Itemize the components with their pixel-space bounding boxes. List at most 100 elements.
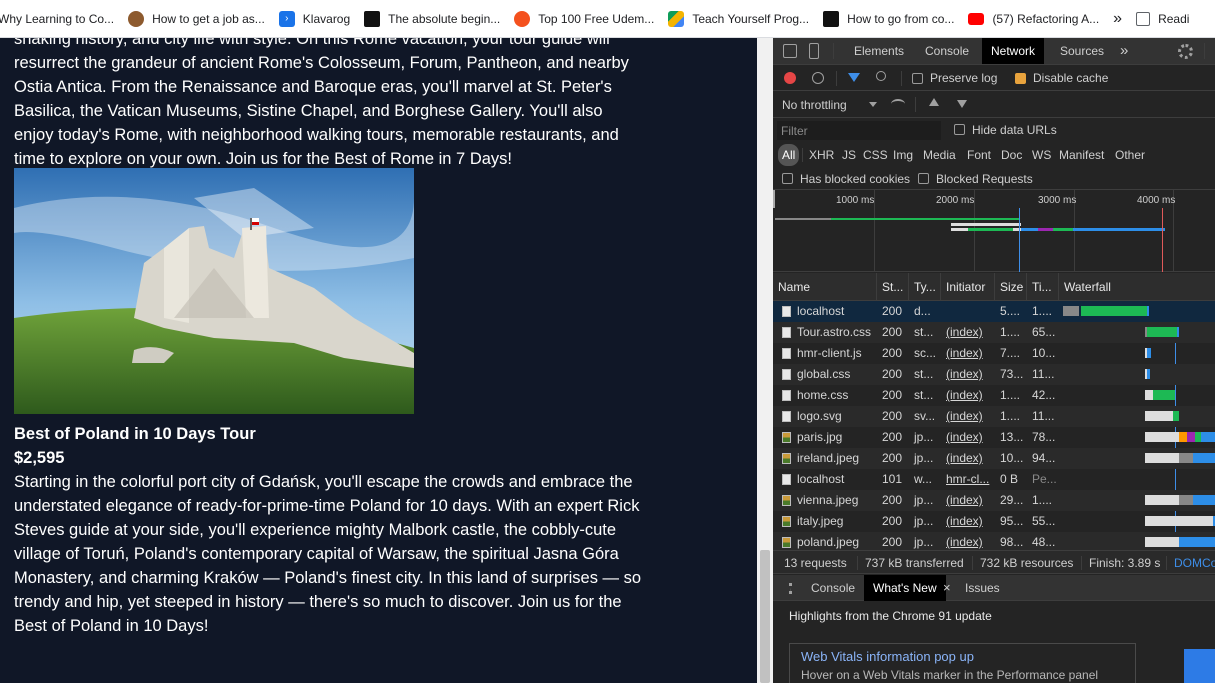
settings-gear-icon[interactable] [1178,44,1193,59]
throttling-select[interactable]: No throttling [782,98,847,112]
column-size[interactable]: Size [995,273,1027,301]
column-initiator[interactable]: Initiator [941,273,995,301]
request-name: global.css [797,367,851,381]
close-icon[interactable]: × [943,580,951,595]
request-initiator[interactable]: (index) [942,490,995,511]
timeline-tick: 1000 ms [836,195,875,206]
export-har-icon[interactable] [957,100,967,108]
blocked-requests-checkbox[interactable] [918,173,929,184]
type-filter-doc[interactable]: Doc [1001,144,1022,166]
whats-new-card[interactable]: Web Vitals information pop up Hover on a… [789,643,1136,683]
waterfall-bar [1145,516,1213,526]
has-blocked-cookies-checkbox[interactable] [782,173,793,184]
record-icon[interactable] [784,72,796,84]
tab-network[interactable]: Network [982,38,1045,64]
waterfall-bar [1147,327,1177,337]
whats-new-card-title[interactable]: Web Vitals information pop up [801,649,974,664]
type-filter-css[interactable]: CSS [863,144,888,166]
reading-list-button[interactable]: Readi [1136,11,1189,26]
request-initiator[interactable]: (index) [942,427,995,448]
tour-description: shaking history, and city life with styl… [14,38,629,168]
network-request-row[interactable]: logo.svg 200 sv... (index) 1.... 11... [773,406,1215,427]
castle-image [14,168,414,414]
disable-cache-checkbox[interactable] [1015,73,1026,84]
type-filter-img[interactable]: Img [893,144,913,166]
dev-icon [364,10,381,27]
request-initiator[interactable]: (index) [942,322,995,343]
timeline-overview[interactable]: 1000 ms 2000 ms 3000 ms 4000 ms [773,190,1215,272]
hide-data-urls-checkbox[interactable] [954,124,965,135]
type-filter-all[interactable]: All [778,144,800,166]
image-file-icon [782,516,791,527]
type-filter-js[interactable]: JS [842,144,856,166]
bookmark-item[interactable]: Teach Yourself Prog... [668,10,809,27]
network-request-row[interactable]: hmr-client.js 200 sc... (index) 7.... 10... [773,343,1215,364]
device-toolbar-icon[interactable] [809,43,819,59]
request-initiator[interactable]: hmr-cl... [942,469,995,490]
type-filter-xhr[interactable]: XHR [809,144,834,166]
bookmark-item[interactable]: How to go from co... [823,10,954,27]
waterfall-bar [1147,306,1149,316]
type-filter-manifest[interactable]: Manifest [1059,144,1104,166]
network-request-row[interactable]: Tour.astro.css 200 st... (index) 1.... 65... [773,322,1215,343]
type-filter-other[interactable]: Other [1115,144,1145,166]
drawer-menu-icon[interactable] [789,583,792,594]
more-tabs-icon[interactable]: » [1111,38,1137,64]
inspect-element-icon[interactable] [783,44,797,58]
image-file-icon [782,453,791,464]
filter-input[interactable]: Filter [777,121,941,140]
column-waterfall[interactable]: Waterfall [1059,273,1215,301]
network-toolbar: Preserve log Disable cache [773,65,1215,91]
search-icon[interactable] [876,71,886,81]
chevron-down-icon[interactable] [869,102,877,107]
tab-sources[interactable]: Sources [1051,38,1113,64]
request-name: localhost [797,304,845,318]
network-request-row[interactable]: localhost 200 d... 5.... 1.... [773,301,1215,322]
bookmark-item[interactable]: › Klavarog [278,10,350,27]
tab-elements[interactable]: Elements [845,38,913,64]
network-request-row[interactable]: home.css 200 st... (index) 1.... 42... [773,385,1215,406]
request-initiator[interactable]: (index) [942,448,995,469]
type-filter-font[interactable]: Font [967,144,991,166]
bookmark-item[interactable]: Why Learning to Co... [0,12,114,26]
waterfall-bar [1145,453,1179,463]
column-time[interactable]: Ti... [1027,273,1059,301]
bookmark-item[interactable]: The absolute begin... [364,10,500,27]
network-request-row[interactable]: global.css 200 st... (index) 73... 11... [773,364,1215,385]
request-initiator[interactable]: (index) [942,511,995,532]
request-initiator[interactable]: (index) [942,406,995,427]
page-scrollbar-thumb[interactable] [760,550,770,683]
network-request-row[interactable]: localhost 101 w... hmr-cl... 0 B Pe... [773,469,1215,490]
more-bookmarks-button[interactable]: » [1113,10,1122,28]
filter-funnel-icon[interactable] [848,73,860,82]
bookmark-item[interactable]: (57) Refactoring A... [968,12,1099,26]
drawer-tab-issues[interactable]: Issues [956,575,1009,601]
overview-handle[interactable] [773,190,775,208]
drawer-tab-console[interactable]: Console [802,575,864,601]
bookmark-item[interactable]: Top 100 Free Udem... [514,10,654,27]
network-request-row[interactable]: ireland.jpeg 200 jp... (index) 10... 94... [773,448,1215,469]
bookmark-item[interactable]: How to get a job as... [128,10,265,27]
column-name[interactable]: Name [773,273,877,301]
request-initiator[interactable]: (index) [942,385,995,406]
request-initiator[interactable]: (index) [942,364,995,385]
request-status: 200 [882,304,903,318]
request-time: 1.... [1032,493,1053,507]
filter-row: Filter Hide data URLs [773,118,1215,142]
drawer-tab-whats-new[interactable]: What's New [864,575,946,601]
type-filter-media[interactable]: Media [923,144,956,166]
network-conditions-icon[interactable] [891,99,905,109]
image-file-icon [782,537,791,548]
tab-console[interactable]: Console [916,38,978,64]
network-request-row[interactable]: vienna.jpeg 200 jp... (index) 29... 1.... [773,490,1215,511]
preserve-log-checkbox[interactable] [912,73,923,84]
network-request-row[interactable]: italy.jpeg 200 jp... (index) 95... 55... [773,511,1215,532]
clear-icon[interactable] [812,72,824,84]
column-type[interactable]: Ty... [909,273,941,301]
network-request-row[interactable]: paris.jpg 200 jp... (index) 13... 78... [773,427,1215,448]
whats-new-card-text: Hover on a Web Vitals marker in the Perf… [801,668,1099,682]
request-initiator[interactable]: (index) [942,343,995,364]
column-status[interactable]: St... [877,273,909,301]
type-filter-ws[interactable]: WS [1032,144,1051,166]
import-har-icon[interactable] [929,98,939,106]
